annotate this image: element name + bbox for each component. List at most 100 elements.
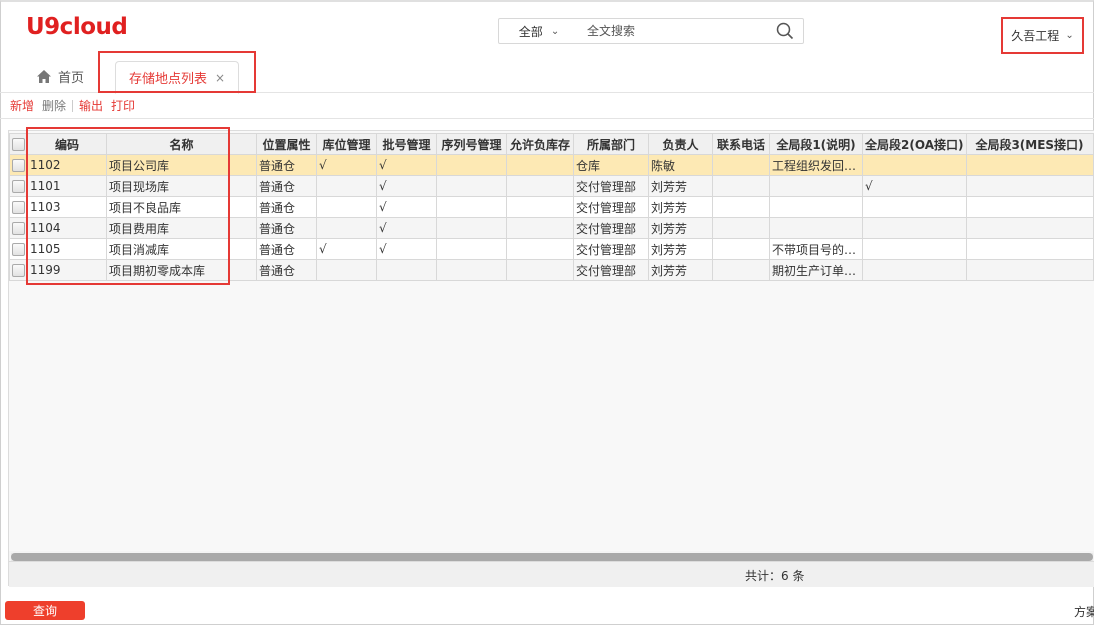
row-checkbox[interactable]: [9, 259, 28, 281]
table-cell: [862, 217, 967, 239]
table-cell: 普通仓: [256, 154, 317, 176]
table-cell: [506, 175, 574, 197]
table-cell: 刘芳芳: [648, 175, 713, 197]
scrollbar-thumb[interactable]: [11, 553, 1093, 561]
table-row[interactable]: 1102 项目公司库 普通仓 √ √ 仓库 陈敏 工程组织发回…: [9, 154, 1094, 176]
column-header[interactable]: 允许负库存: [506, 133, 574, 155]
table-cell: 项目费用库: [106, 217, 257, 239]
table-cell: [506, 196, 574, 218]
column-header[interactable]: 名称: [106, 133, 257, 155]
table-row[interactable]: 1199 项目期初零成本库 普通仓 交付管理部 刘芳芳 期初生产订单…: [9, 259, 1094, 281]
tab-home-label: 首页: [58, 71, 85, 86]
toolbar-divider-line: [0, 118, 1094, 119]
table-cell: √: [862, 175, 967, 197]
plan-label[interactable]: 方案: [1074, 603, 1094, 620]
table-cell: [712, 259, 770, 281]
org-switcher[interactable]: 久吾工程 ⌄: [1001, 17, 1084, 54]
tab-home[interactable]: 首页: [36, 67, 84, 86]
column-header[interactable]: 负责人: [648, 133, 713, 155]
table-cell: [506, 154, 574, 176]
table-row[interactable]: 1104 项目费用库 普通仓 √ 交付管理部 刘芳芳: [9, 217, 1094, 239]
table-cell: 1104: [27, 217, 107, 239]
grid-header-row: 编码 名称 位置属性 库位管理 批号管理 序列号管理 允许负库存 所属部门 负责…: [9, 133, 1094, 155]
search-scope-select[interactable]: 全部 ⌄: [499, 19, 579, 43]
delete-button[interactable]: 删除: [42, 97, 66, 114]
search-icon[interactable]: [767, 19, 803, 43]
table-cell: 普通仓: [256, 259, 317, 281]
column-header[interactable]: 全局段2(OA接口): [862, 133, 967, 155]
table-cell: [769, 175, 863, 197]
row-checkbox[interactable]: [9, 175, 28, 197]
select-all-checkbox[interactable]: [9, 133, 28, 155]
table-cell: [436, 175, 507, 197]
table-row[interactable]: 1103 项目不良品库 普通仓 √ 交付管理部 刘芳芳: [9, 196, 1094, 218]
table-cell: [965, 175, 1094, 197]
table-cell: 期初生产订单…: [769, 259, 863, 281]
column-header[interactable]: 联系电话: [712, 133, 770, 155]
table-cell: √: [376, 154, 437, 176]
table-cell: [965, 238, 1094, 260]
table-cell: [712, 238, 770, 260]
table-cell: [506, 238, 574, 260]
horizontal-scrollbar[interactable]: [11, 553, 1093, 561]
table-cell: 仓库: [573, 154, 649, 176]
org-name: 久吾工程: [1011, 29, 1060, 43]
total-count: 共计：6 条: [745, 569, 805, 583]
toolbar-divider: [72, 99, 74, 112]
table-cell: 普通仓: [256, 217, 317, 239]
table-cell: 刘芳芳: [648, 238, 713, 260]
table-cell: √: [316, 238, 377, 260]
table-cell: 不带项目号的…: [769, 238, 863, 260]
table-cell: 1101: [27, 175, 107, 197]
table-cell: [862, 196, 967, 218]
table-cell: 普通仓: [256, 238, 317, 260]
column-header[interactable]: 位置属性: [256, 133, 317, 155]
app-logo: U9cloud: [26, 14, 128, 40]
row-checkbox[interactable]: [9, 196, 28, 218]
table-cell: [712, 175, 770, 197]
grid-body: 编码 名称 位置属性 库位管理 批号管理 序列号管理 允许负库存 所属部门 负责…: [9, 131, 1094, 551]
column-header[interactable]: 全局段1(说明): [769, 133, 863, 155]
column-header[interactable]: 批号管理: [376, 133, 437, 155]
row-checkbox[interactable]: [9, 217, 28, 239]
table-cell: [436, 217, 507, 239]
add-button[interactable]: 新增: [10, 97, 34, 114]
query-button[interactable]: 查询: [5, 601, 85, 620]
table-cell: [712, 196, 770, 218]
table-cell: [316, 196, 377, 218]
data-grid: 编码 名称 位置属性 库位管理 批号管理 序列号管理 允许负库存 所属部门 负责…: [9, 133, 1094, 281]
column-header[interactable]: 所属部门: [573, 133, 649, 155]
table-cell: [316, 217, 377, 239]
table-cell: √: [316, 154, 377, 176]
export-button[interactable]: 输出: [79, 97, 103, 114]
column-header[interactable]: 全局段3(MES接口): [965, 133, 1094, 155]
row-checkbox[interactable]: [9, 238, 28, 260]
column-header[interactable]: 序列号管理: [436, 133, 507, 155]
table-cell: [436, 259, 507, 281]
table-cell: [506, 217, 574, 239]
highlight-outline-tab: [98, 51, 256, 93]
chevron-down-icon: ⌄: [1065, 30, 1074, 41]
column-header[interactable]: 库位管理: [316, 133, 377, 155]
table-row[interactable]: 1105 项目消减库 普通仓 √ √ 交付管理部 刘芳芳 不带项目号的…: [9, 238, 1094, 260]
table-cell: √: [376, 217, 437, 239]
table-cell: 项目现场库: [106, 175, 257, 197]
table-cell: 项目期初零成本库: [106, 259, 257, 281]
home-icon: [37, 70, 51, 83]
table-cell: 刘芳芳: [648, 196, 713, 218]
table-cell: [436, 154, 507, 176]
table-cell: 交付管理部: [573, 217, 649, 239]
table-cell: 1103: [27, 196, 107, 218]
table-cell: [862, 238, 967, 260]
search-input[interactable]: [579, 20, 767, 42]
column-header[interactable]: 编码: [27, 133, 107, 155]
row-checkbox[interactable]: [9, 154, 28, 176]
table-cell: 普通仓: [256, 175, 317, 197]
grid-panel: 编码 名称 位置属性 库位管理 批号管理 序列号管理 允许负库存 所属部门 负责…: [8, 130, 1094, 587]
print-button[interactable]: 打印: [111, 97, 135, 114]
table-cell: √: [376, 196, 437, 218]
table-cell: 交付管理部: [573, 238, 649, 260]
table-cell: 项目公司库: [106, 154, 257, 176]
table-row[interactable]: 1101 项目现场库 普通仓 √ 交付管理部 刘芳芳 √: [9, 175, 1094, 197]
table-cell: [769, 196, 863, 218]
